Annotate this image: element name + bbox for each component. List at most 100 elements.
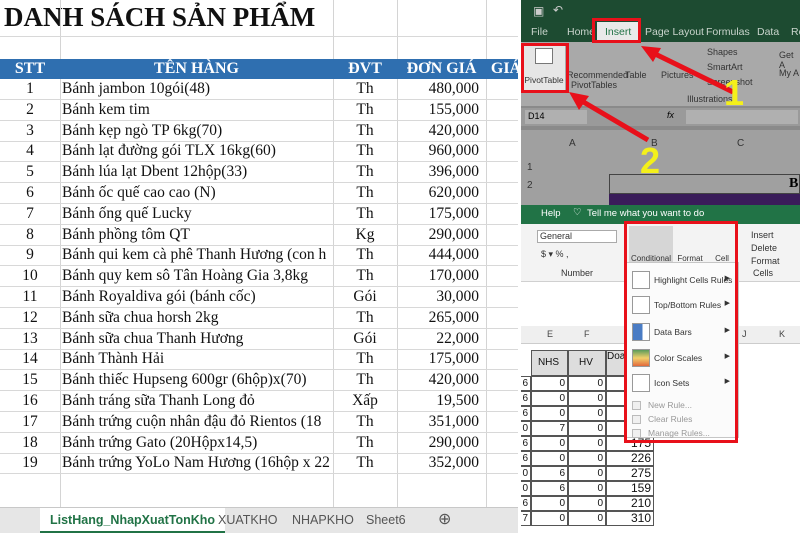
- cell-name[interactable]: Bánh thiếc Hupseng 600gr (6hộp)x(70): [62, 370, 333, 391]
- cell-name[interactable]: Bánh trứng cuộn nhân đậu đỏ Rientos (18: [62, 412, 333, 433]
- cell-name[interactable]: Bánh quy kem sô Tân Hoàng Gia 3,8kg: [62, 266, 333, 287]
- currency-buttons[interactable]: $ ▾ % ,: [541, 249, 569, 260]
- table-cell[interactable]: 226: [606, 451, 654, 466]
- cell-stt[interactable]: 9: [0, 245, 60, 266]
- table-cell[interactable]: 0: [531, 511, 568, 526]
- cell-price[interactable]: 420,000: [397, 370, 479, 391]
- cell-price[interactable]: 480,000: [397, 79, 479, 100]
- cell-price[interactable]: 155,000: [397, 100, 479, 121]
- cell-name[interactable]: Bánh lúa lạt Dbent 12hộp(33): [62, 162, 333, 183]
- table-cell[interactable]: 0: [568, 481, 606, 496]
- cell-stt[interactable]: 4: [0, 141, 60, 162]
- table-cell[interactable]: 0: [521, 466, 531, 481]
- cell-name[interactable]: Bánh tráng sữa Thanh Long đỏ: [62, 391, 333, 412]
- cell-name[interactable]: Bánh qui kem cà phê Thanh Hương (con h: [62, 245, 333, 266]
- insert-cells-button[interactable]: Insert: [751, 230, 774, 240]
- cell-stt[interactable]: 15: [0, 370, 60, 391]
- cell-stt[interactable]: 2: [0, 100, 60, 121]
- table-cell[interactable]: 0: [531, 436, 568, 451]
- cell-unit[interactable]: Xấp: [333, 391, 397, 412]
- delete-cells-button[interactable]: Delete: [751, 243, 777, 253]
- table-cell[interactable]: 0: [568, 466, 606, 481]
- cell-unit[interactable]: Th: [333, 121, 397, 142]
- table-cell[interactable]: 0: [568, 436, 606, 451]
- cell-price[interactable]: 175,000: [397, 204, 479, 225]
- table-cell[interactable]: 0: [568, 376, 606, 391]
- tab-help[interactable]: Help: [541, 208, 561, 219]
- table-cell[interactable]: 6: [521, 376, 531, 391]
- cell-name[interactable]: Bánh jambon 10gói(48): [62, 79, 333, 100]
- table-cell[interactable]: 0: [531, 391, 568, 406]
- cell-price[interactable]: 22,000: [397, 329, 479, 350]
- table-cell[interactable]: 0: [521, 421, 531, 436]
- cell-price[interactable]: 620,000: [397, 183, 479, 204]
- cell-stt[interactable]: 18: [0, 433, 60, 454]
- table-cell[interactable]: 6: [531, 466, 568, 481]
- cell-stt[interactable]: 8: [0, 225, 60, 246]
- table-cell[interactable]: 0: [531, 376, 568, 391]
- cell-name[interactable]: Bánh ốc quế cao cao (N): [62, 183, 333, 204]
- table-cell[interactable]: 0: [568, 496, 606, 511]
- cell-unit[interactable]: Th: [333, 433, 397, 454]
- cell-price[interactable]: 351,000: [397, 412, 479, 433]
- tell-me-search[interactable]: Tell me what you want to do: [587, 208, 704, 219]
- cell-price[interactable]: 30,000: [397, 287, 479, 308]
- table-cell[interactable]: 6: [521, 496, 531, 511]
- cell-stt[interactable]: 7: [0, 204, 60, 225]
- table-cell[interactable]: 0: [568, 511, 606, 526]
- cell-stt[interactable]: 3: [0, 121, 60, 142]
- cell-stt[interactable]: 19: [0, 453, 60, 474]
- cell-price[interactable]: 290,000: [397, 225, 479, 246]
- cell-stt[interactable]: 5: [0, 162, 60, 183]
- table-cell[interactable]: 0: [568, 451, 606, 466]
- table-cell[interactable]: 0: [568, 391, 606, 406]
- add-sheet-icon[interactable]: ⊕: [428, 508, 461, 533]
- cell-name[interactable]: Bánh lạt đường gói TLX 16kg(60): [62, 141, 333, 162]
- cell-price[interactable]: 265,000: [397, 308, 479, 329]
- cell-price[interactable]: 290,000: [397, 433, 479, 454]
- sheet-tab-listhang[interactable]: ListHang_NhapXuatTonKho: [40, 508, 226, 533]
- cell-unit[interactable]: Th: [333, 266, 397, 287]
- number-format-select[interactable]: General: [537, 230, 617, 243]
- cell-unit[interactable]: Th: [333, 204, 397, 225]
- cell-stt[interactable]: 11: [0, 287, 60, 308]
- cell-stt[interactable]: 12: [0, 308, 60, 329]
- table-cell[interactable]: 6: [521, 406, 531, 421]
- table-cell[interactable]: 7: [531, 421, 568, 436]
- table-cell[interactable]: 159: [606, 481, 654, 496]
- table-cell[interactable]: 0: [521, 481, 531, 496]
- cell-price[interactable]: 960,000: [397, 141, 479, 162]
- cell-unit[interactable]: Th: [333, 349, 397, 370]
- cell-unit[interactable]: Th: [333, 141, 397, 162]
- cell-unit[interactable]: Th: [333, 100, 397, 121]
- format-cells-button[interactable]: Format: [751, 256, 780, 266]
- cell-price[interactable]: 175,000: [397, 349, 479, 370]
- table-cell[interactable]: 7: [521, 511, 531, 526]
- table-cell[interactable]: 275: [606, 466, 654, 481]
- cell-unit[interactable]: Th: [333, 308, 397, 329]
- cell-name[interactable]: Bánh Thành Hải: [62, 349, 333, 370]
- cell-name[interactable]: Bánh sữa chua horsh 2kg: [62, 308, 333, 329]
- cell-unit[interactable]: Th: [333, 245, 397, 266]
- table-cell[interactable]: 0: [531, 406, 568, 421]
- cell-price[interactable]: 444,000: [397, 245, 479, 266]
- cell-price[interactable]: 420,000: [397, 121, 479, 142]
- sheet-tab-sheet6[interactable]: Sheet6: [356, 508, 416, 533]
- cell-unit[interactable]: Th: [333, 412, 397, 433]
- cell-stt[interactable]: 14: [0, 349, 60, 370]
- sheet-tab-nhapkho[interactable]: NHAPKHO: [282, 508, 364, 533]
- table-cell[interactable]: 0: [568, 421, 606, 436]
- cell-stt[interactable]: 1: [0, 79, 60, 100]
- table-cell[interactable]: 210: [606, 496, 654, 511]
- cell-stt[interactable]: 16: [0, 391, 60, 412]
- cell-unit[interactable]: Th: [333, 183, 397, 204]
- cell-stt[interactable]: 13: [0, 329, 60, 350]
- cell-name[interactable]: Bánh trứng Gato (20Hộpx14,5): [62, 433, 333, 454]
- cell-name[interactable]: Bánh sữa chua Thanh Hương: [62, 329, 333, 350]
- cell-stt[interactable]: 17: [0, 412, 60, 433]
- table-cell[interactable]: 310: [606, 511, 654, 526]
- cell-stt[interactable]: 10: [0, 266, 60, 287]
- cell-stt[interactable]: 6: [0, 183, 60, 204]
- cell-name[interactable]: Bánh kẹp ngò TP 6kg(70): [62, 121, 333, 142]
- sheet-tab-xuatkho[interactable]: XUATKHO: [208, 508, 288, 533]
